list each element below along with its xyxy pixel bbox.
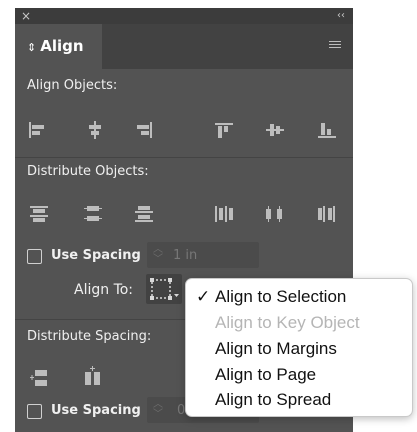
distribute-right-edges-icon[interactable] bbox=[315, 202, 339, 226]
align-left-edges-icon[interactable] bbox=[25, 118, 49, 142]
stepper-arrows-icon[interactable]: ︿ ﹀ bbox=[153, 400, 163, 420]
distribute-horizontal-space-icon[interactable] bbox=[81, 364, 105, 388]
use-spacing-label-2: Use Spacing bbox=[51, 403, 141, 418]
distribute-top-edges-icon[interactable] bbox=[27, 202, 51, 226]
distribute-vertical-centers-icon[interactable] bbox=[81, 202, 105, 226]
use-spacing-checkbox-2[interactable] bbox=[27, 404, 42, 419]
align-to-label: Align To: bbox=[74, 282, 134, 298]
distribute-spacing-label: Distribute Spacing: bbox=[27, 329, 152, 344]
tab-align[interactable]: ⇕ Align bbox=[15, 24, 102, 69]
align-vertical-centers-icon[interactable] bbox=[263, 118, 287, 142]
align-to-selection-button[interactable] bbox=[146, 274, 182, 304]
tab-row: ⇕ Align bbox=[15, 24, 353, 69]
close-icon[interactable]: × bbox=[21, 8, 31, 24]
menu-item-label: Align to Selection bbox=[215, 287, 347, 306]
align-right-edges-icon[interactable] bbox=[132, 118, 156, 142]
distribute-objects-label: Distribute Objects: bbox=[27, 164, 149, 179]
align-top-edges-icon[interactable] bbox=[212, 118, 236, 142]
align-objects-label: Align Objects: bbox=[27, 78, 118, 93]
align-horizontal-centers-icon[interactable] bbox=[83, 118, 107, 142]
menu-item-label: Align to Key Object bbox=[215, 313, 360, 332]
distribute-vertical-space-icon[interactable] bbox=[27, 366, 51, 390]
menu-item-align-to-selection[interactable]: ✓ Align to Selection bbox=[196, 287, 346, 307]
spacing-value: 1 in bbox=[173, 248, 198, 263]
distribute-bottom-edges-icon[interactable] bbox=[132, 202, 156, 226]
checkmark-icon: ✓ bbox=[196, 287, 211, 306]
use-spacing-label: Use Spacing bbox=[51, 248, 141, 263]
panel-title-bar: × ‹‹ bbox=[15, 8, 353, 24]
menu-item-label: Align to Page bbox=[215, 365, 317, 384]
menu-item-label: Align to Spread bbox=[215, 390, 332, 409]
collapse-icon[interactable]: ‹‹ bbox=[337, 8, 345, 24]
stepper-arrows-icon[interactable]: ︿ ﹀ bbox=[153, 245, 163, 265]
align-bottom-edges-icon[interactable] bbox=[315, 118, 339, 142]
menu-item-align-to-key-object: Align to Key Object bbox=[196, 313, 360, 333]
menu-item-align-to-spread[interactable]: Align to Spread bbox=[196, 390, 331, 410]
menu-item-align-to-page[interactable]: Align to Page bbox=[196, 365, 316, 385]
distribute-horizontal-centers-icon[interactable] bbox=[263, 202, 287, 226]
menu-item-label: Align to Margins bbox=[215, 339, 337, 358]
distribute-spacing-stepper[interactable]: ︿ ﹀ 1 in bbox=[147, 242, 259, 268]
section-divider bbox=[15, 157, 353, 158]
align-to-dropdown-menu: ✓ Align to Selection Align to Key Object … bbox=[185, 278, 413, 417]
tab-arrows-icon: ⇕ bbox=[27, 41, 37, 54]
distribute-left-edges-icon[interactable] bbox=[212, 202, 236, 226]
panel-menu-icon[interactable] bbox=[329, 41, 341, 49]
use-spacing-checkbox[interactable] bbox=[27, 249, 42, 264]
menu-item-align-to-margins[interactable]: Align to Margins bbox=[196, 339, 337, 359]
tab-align-label: Align bbox=[40, 37, 84, 55]
